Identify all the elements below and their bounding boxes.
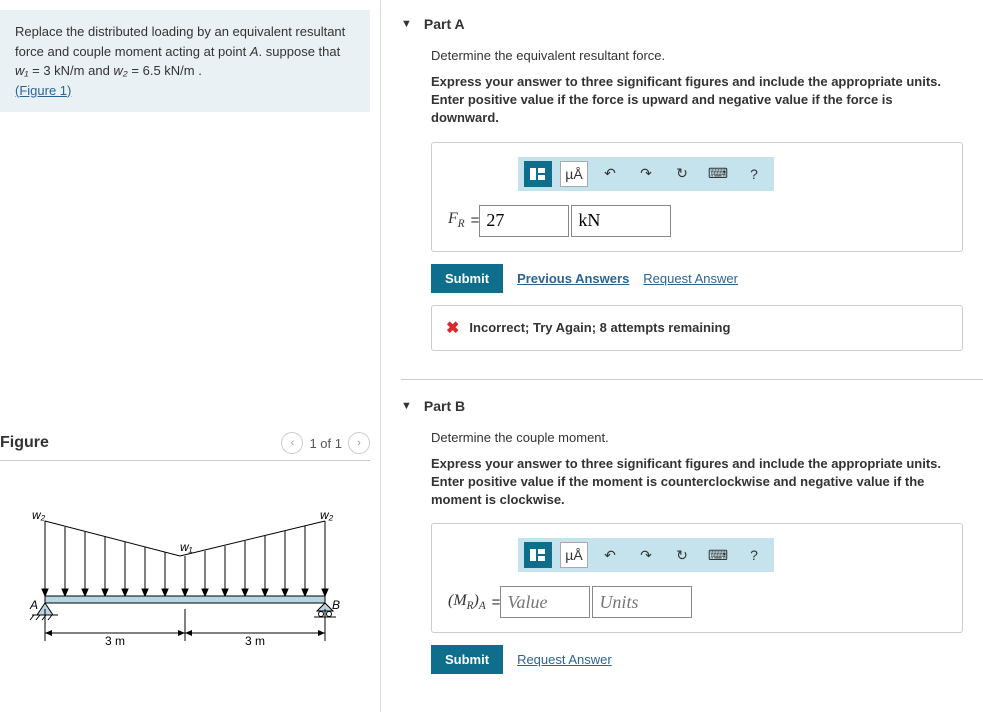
part-a-header[interactable]: ▼ Part A — [401, 10, 983, 38]
fig-dim-2: 3 m — [245, 634, 265, 648]
part-b-toolbar: µÅ ↶ ↷ ↻ ⌨ ? — [518, 538, 774, 572]
help-icon[interactable]: ? — [740, 542, 768, 568]
problem-point: A — [250, 44, 259, 59]
part-b-instr: Express your answer to three significant… — [431, 455, 963, 510]
problem-statement: Replace the distributed loading by an eq… — [0, 10, 370, 112]
part-a-feedback: ✖ Incorrect; Try Again; 8 attempts remai… — [431, 305, 963, 351]
fig-label-A: A — [29, 598, 38, 612]
template-icon[interactable] — [524, 542, 552, 568]
part-a-toolbar: µÅ ↶ ↷ ↻ ⌨ ? — [518, 157, 774, 191]
fig-label-B: B — [332, 598, 340, 612]
part-b-submit-button[interactable]: Submit — [431, 645, 503, 674]
caret-down-icon: ▼ — [401, 400, 412, 412]
part-a-request-answer-link[interactable]: Request Answer — [643, 271, 738, 286]
part-b-title: Part B — [424, 398, 465, 414]
units-button[interactable]: µÅ — [560, 542, 588, 568]
part-b-unit-input[interactable] — [592, 586, 692, 618]
help-icon[interactable]: ? — [740, 161, 768, 187]
fig-label-w2-left: w₂ — [32, 508, 46, 522]
keyboard-icon[interactable]: ⌨ — [704, 542, 732, 568]
keyboard-icon[interactable]: ⌨ — [704, 161, 732, 187]
incorrect-x-icon: ✖ — [446, 318, 459, 338]
part-b-request-answer-link[interactable]: Request Answer — [517, 652, 612, 667]
figure-link[interactable]: (Figure 1) — [15, 83, 71, 98]
figure-header: Figure ‹ 1 of 1 › — [0, 432, 370, 461]
redo-icon[interactable]: ↷ — [632, 161, 660, 187]
reset-icon[interactable]: ↻ — [668, 542, 696, 568]
part-a-unit-input[interactable] — [571, 205, 671, 237]
part-a-instr: Express your answer to three significant… — [431, 73, 963, 128]
fig-label-w1: w₁ — [180, 540, 193, 554]
part-a-var-label: FR — [448, 210, 465, 230]
undo-icon[interactable]: ↶ — [596, 161, 624, 187]
part-a-submit-button[interactable]: Submit — [431, 264, 503, 293]
part-b-value-input[interactable] — [500, 586, 590, 618]
part-b-answer-box: µÅ ↶ ↷ ↻ ⌨ ? (MR)A = — [431, 523, 963, 633]
reset-icon[interactable]: ↻ — [668, 161, 696, 187]
part-a-feedback-text: Incorrect; Try Again; 8 attempts remaini… — [469, 320, 730, 335]
part-b-desc: Determine the couple moment. — [431, 430, 963, 445]
part-a-value-input[interactable] — [479, 205, 569, 237]
part-b-var-label: (MR)A — [448, 592, 486, 612]
divider — [401, 379, 983, 380]
template-icon[interactable] — [524, 161, 552, 187]
part-a-title: Part A — [424, 16, 465, 32]
fig-dim-1: 3 m — [105, 634, 125, 648]
part-a-answer-box: µÅ ↶ ↷ ↻ ⌨ ? FR = — [431, 142, 963, 252]
figure-title: Figure — [0, 434, 49, 452]
pager-label: 1 of 1 — [309, 436, 342, 451]
part-b-header[interactable]: ▼ Part B — [401, 392, 983, 420]
units-button[interactable]: µÅ — [560, 161, 588, 187]
undo-icon[interactable]: ↶ — [596, 542, 624, 568]
figure-diagram: w₂ w₂ w₁ — [0, 491, 370, 674]
part-a-desc: Determine the equivalent resultant force… — [431, 48, 963, 63]
part-b: ▼ Part B Determine the couple moment. Ex… — [401, 392, 983, 685]
part-a-previous-answers-link[interactable]: Previous Answers — [517, 271, 629, 286]
fig-label-w2-right: w₂ — [320, 508, 334, 522]
part-a: ▼ Part A Determine the equivalent result… — [401, 10, 983, 361]
figure-pager: ‹ 1 of 1 › — [281, 432, 370, 454]
redo-icon[interactable]: ↷ — [632, 542, 660, 568]
pager-prev-button[interactable]: ‹ — [281, 432, 303, 454]
caret-down-icon: ▼ — [401, 18, 412, 30]
pager-next-button[interactable]: › — [348, 432, 370, 454]
